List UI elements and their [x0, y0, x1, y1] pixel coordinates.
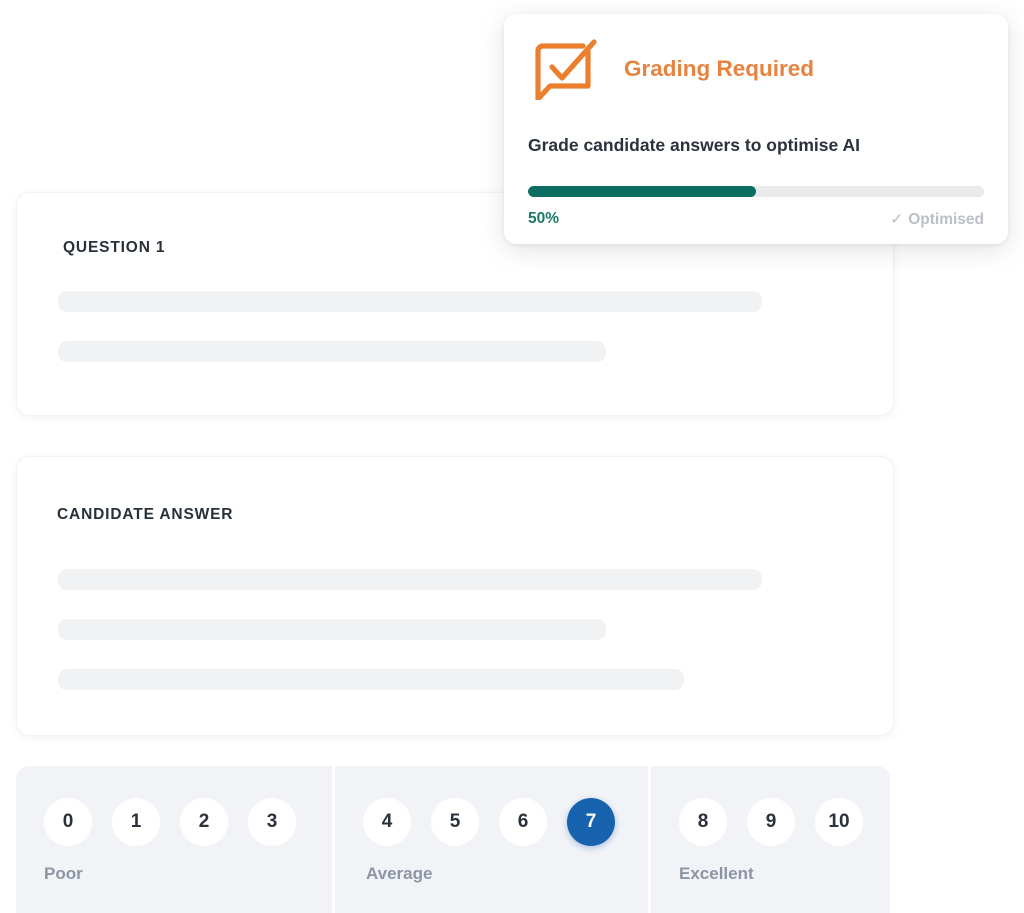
candidate-answer-card-title: CANDIDATE ANSWER — [57, 506, 234, 523]
rating-pill-0[interactable]: 0 — [44, 798, 92, 846]
rating-pill-3[interactable]: 3 — [248, 798, 296, 846]
rating-pill-7[interactable]: 7 — [567, 798, 615, 846]
screen-root: QUESTION 1 CANDIDATE ANSWER 0 1 2 3 Poor… — [0, 0, 1024, 913]
rating-pills-poor: 0 1 2 3 — [44, 798, 332, 846]
rating-group-poor: 0 1 2 3 Poor — [16, 766, 332, 913]
rating-group-excellent: 8 9 10 Excellent — [648, 766, 890, 913]
question-skeleton-line — [58, 291, 762, 312]
grading-panel-header: Grading Required — [528, 38, 815, 102]
rating-pill-1[interactable]: 1 — [112, 798, 160, 846]
question-skeleton-line — [58, 341, 606, 362]
check-icon: ✓ — [890, 211, 904, 228]
rating-group-average: 4 5 6 7 Average — [332, 766, 648, 913]
grading-panel-subtitle: Grade candidate answers to optimise AI — [528, 135, 860, 155]
optimisation-progress-fill — [528, 186, 756, 197]
rating-pill-6[interactable]: 6 — [499, 798, 547, 846]
optimisation-status-label: Optimised — [908, 211, 984, 228]
speech-bubble-check-icon — [528, 38, 600, 102]
optimisation-status: ✓ Optimised — [890, 210, 984, 229]
rating-group-label-excellent: Excellent — [679, 864, 754, 883]
rating-group-label-average: Average — [366, 864, 433, 883]
answer-skeleton-line — [58, 619, 606, 640]
question-card-title: QUESTION 1 — [63, 239, 166, 256]
rating-pills-average: 4 5 6 7 — [363, 798, 648, 846]
optimisation-progress-percent: 50% — [528, 210, 560, 227]
answer-skeleton-line — [58, 569, 762, 590]
grading-required-panel: Grading Required Grade candidate answers… — [504, 14, 1008, 244]
rating-scale[interactable]: 0 1 2 3 Poor 4 5 6 7 Average 8 9 10 Exce… — [16, 766, 890, 913]
rating-pill-4[interactable]: 4 — [363, 798, 411, 846]
rating-pill-8[interactable]: 8 — [679, 798, 727, 846]
rating-pill-9[interactable]: 9 — [747, 798, 795, 846]
rating-pills-excellent: 8 9 10 — [679, 798, 890, 846]
optimisation-progress-bar — [528, 186, 984, 197]
rating-pill-10[interactable]: 10 — [815, 798, 863, 846]
rating-pill-5[interactable]: 5 — [431, 798, 479, 846]
grading-panel-title: Grading Required — [624, 56, 815, 81]
rating-group-label-poor: Poor — [44, 864, 83, 883]
rating-pill-2[interactable]: 2 — [180, 798, 228, 846]
candidate-answer-card: CANDIDATE ANSWER — [16, 456, 894, 736]
answer-skeleton-line — [58, 669, 684, 690]
